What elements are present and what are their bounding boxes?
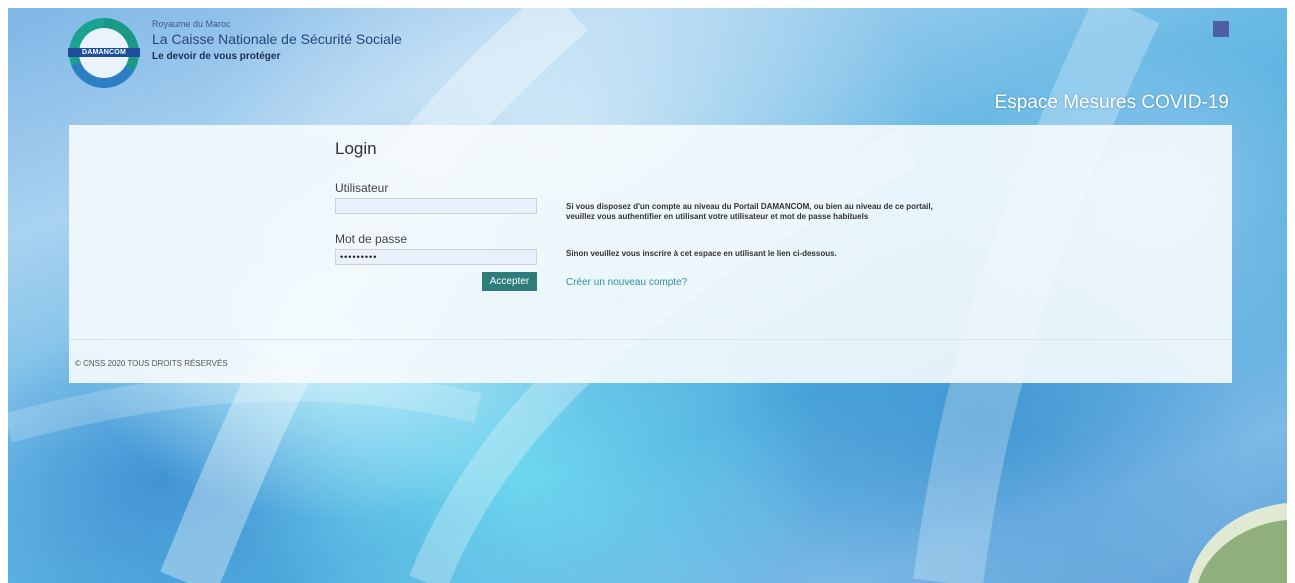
corner-square xyxy=(1213,21,1229,37)
space-title: Espace Mesures COVID-19 xyxy=(994,92,1229,113)
accept-button[interactable]: Accepter xyxy=(482,272,537,291)
password-input[interactable] xyxy=(335,249,537,265)
username-label: Utilisateur xyxy=(335,181,389,195)
password-label: Mot de passe xyxy=(335,232,408,246)
panel-divider xyxy=(69,339,1232,340)
copyright: © CNSS 2020 TOUS DROITS RÉSERVÉS xyxy=(75,359,228,368)
brand-block: Royaume du Maroc La Caisse Nationale de … xyxy=(152,19,402,62)
create-account-link[interactable]: Créer un nouveau compte? xyxy=(566,277,687,288)
info-line-1: Si vous disposez d'un compte au niveau d… xyxy=(566,202,933,211)
login-panel: Login Utilisateur Mot de passe Accepter … xyxy=(69,125,1232,383)
login-title: Login xyxy=(335,139,377,158)
username-input[interactable] xyxy=(335,198,537,214)
info-text-account: Si vous disposez d'un compte au niveau d… xyxy=(566,202,933,222)
logo-text: DAMANCOM xyxy=(68,48,140,57)
info-line-2: veuillez vous authentifier en utilisant … xyxy=(566,212,869,221)
brand-name: La Caisse Nationale de Sécurité Sociale xyxy=(152,31,402,47)
brand-kingdom: Royaume du Maroc xyxy=(152,19,231,29)
info-text-register: Sinon veuillez vous inscrire à cet espac… xyxy=(566,249,837,258)
background: DAMANCOM Royaume du Maroc La Caisse Nati… xyxy=(8,8,1287,583)
cnss-logo[interactable]: DAMANCOM xyxy=(65,14,143,92)
brand-tagline: Le devoir de vous protéger xyxy=(152,51,281,62)
